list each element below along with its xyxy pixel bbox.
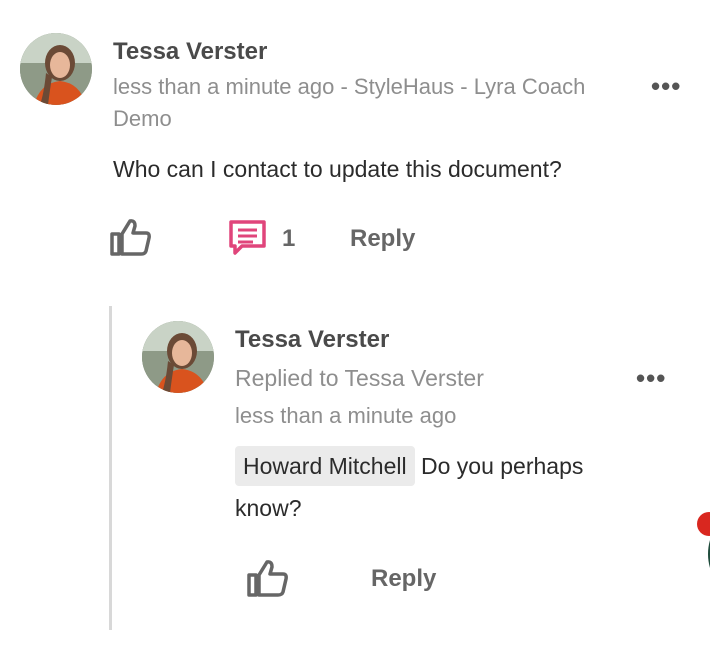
notification-dot-icon bbox=[697, 512, 710, 568]
comment-more-options-button[interactable]: ••• bbox=[651, 73, 681, 99]
comment-reply-count: 1 bbox=[282, 225, 296, 252]
reply-reply-button[interactable]: Reply bbox=[371, 565, 436, 593]
floating-assistant-badge[interactable] bbox=[696, 510, 710, 570]
reply-avatar[interactable] bbox=[142, 321, 214, 393]
comment-replies-button[interactable] bbox=[228, 219, 268, 257]
reply-author-name[interactable]: Tessa Verster bbox=[235, 326, 389, 354]
reply-like-button[interactable] bbox=[246, 558, 290, 598]
reply-more-options-button[interactable]: ••• bbox=[636, 365, 666, 391]
reply-replied-to: Replied to Tessa Verster bbox=[235, 365, 484, 391]
comment-meta: less than a minute ago - StyleHaus - Lyr… bbox=[113, 74, 586, 131]
thumbs-up-icon bbox=[110, 219, 151, 256]
comment-reply-button[interactable]: Reply bbox=[350, 225, 415, 253]
user-mention-chip[interactable]: Howard Mitchell bbox=[235, 446, 415, 486]
reply-text-block: Howard Mitchell Do you perhaps know? bbox=[235, 445, 635, 529]
reply-timestamp: less than a minute ago bbox=[235, 403, 457, 428]
thumbs-up-icon bbox=[247, 560, 288, 597]
comment-author-name[interactable]: Tessa Verster bbox=[113, 38, 267, 66]
comment-like-button[interactable] bbox=[109, 217, 153, 257]
avatar-photo bbox=[142, 321, 214, 393]
comment-avatar[interactable] bbox=[20, 33, 92, 105]
thread-divider bbox=[109, 306, 112, 630]
comment-bubble-icon bbox=[229, 220, 266, 255]
avatar-photo bbox=[20, 33, 92, 105]
comment-text: Who can I contact to update this documen… bbox=[113, 156, 562, 182]
